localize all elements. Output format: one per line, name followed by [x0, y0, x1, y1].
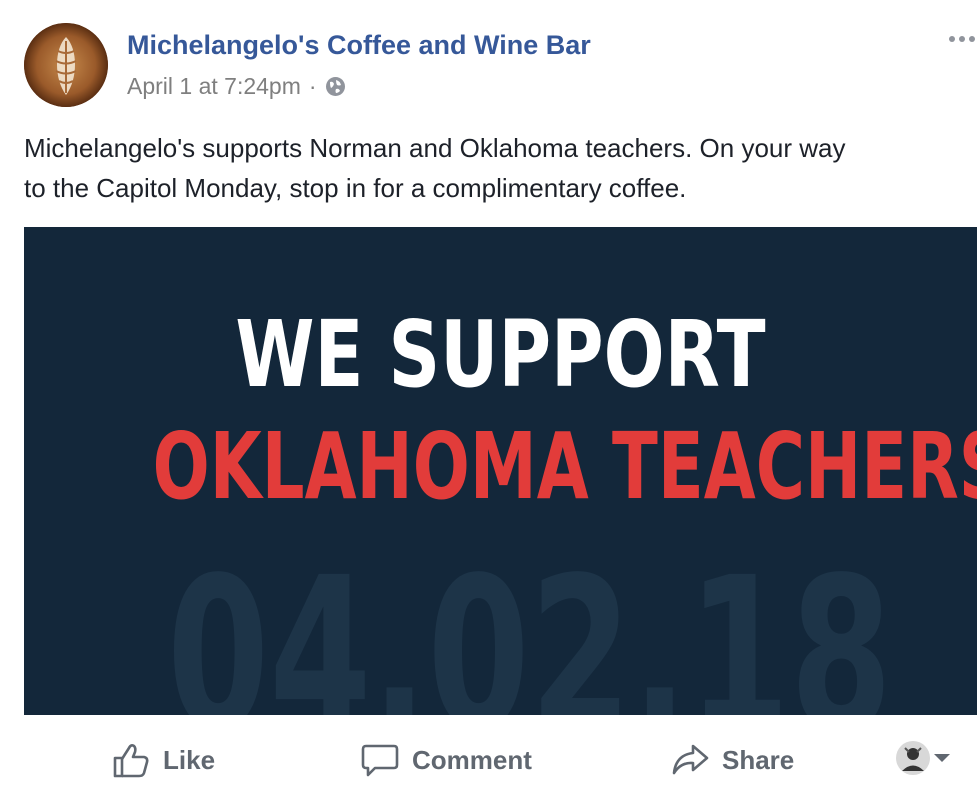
post-text-line: to the Capitol Monday, stop in for a com… — [24, 173, 687, 203]
post-text-line: Michelangelo's supports Norman and Oklah… — [24, 133, 846, 163]
page-avatar[interactable] — [24, 23, 108, 107]
image-date: 04.02.18 — [166, 532, 893, 716]
post-text: Michelangelo's supports Norman and Oklah… — [24, 128, 980, 208]
like-label: Like — [163, 744, 216, 775]
post-actions: Like Comment Share — [0, 728, 980, 790]
comment-label: Comment — [412, 744, 532, 775]
meta-separator: · — [308, 73, 317, 99]
user-avatar — [895, 740, 931, 781]
caret-down-icon — [931, 751, 953, 770]
post-meta: April 1 at 7:24pm · — [127, 73, 346, 100]
comment-button[interactable]: Comment — [360, 740, 532, 780]
thumbs-up-icon — [111, 740, 151, 780]
audience-selector[interactable] — [895, 740, 953, 781]
share-button[interactable]: Share — [670, 740, 794, 780]
page-name-link[interactable]: Michelangelo's Coffee and Wine Bar — [127, 30, 591, 61]
post-timestamp[interactable]: April 1 at 7:24pm — [127, 73, 301, 100]
post-image[interactable]: 04.02.18 WE SUPPORT OKLAHOMA TEACHERS — [24, 227, 977, 715]
more-options-icon[interactable] — [946, 30, 980, 48]
globe-icon[interactable] — [325, 76, 346, 97]
facebook-post: Michelangelo's Coffee and Wine Bar April… — [0, 0, 980, 798]
image-headline: WE SUPPORT — [235, 301, 766, 408]
share-label: Share — [722, 744, 795, 775]
like-button[interactable]: Like — [111, 740, 215, 780]
speech-bubble-icon — [360, 740, 400, 780]
image-subheadline: OKLAHOMA TEACHERS — [152, 413, 977, 520]
share-arrow-icon — [670, 740, 710, 780]
